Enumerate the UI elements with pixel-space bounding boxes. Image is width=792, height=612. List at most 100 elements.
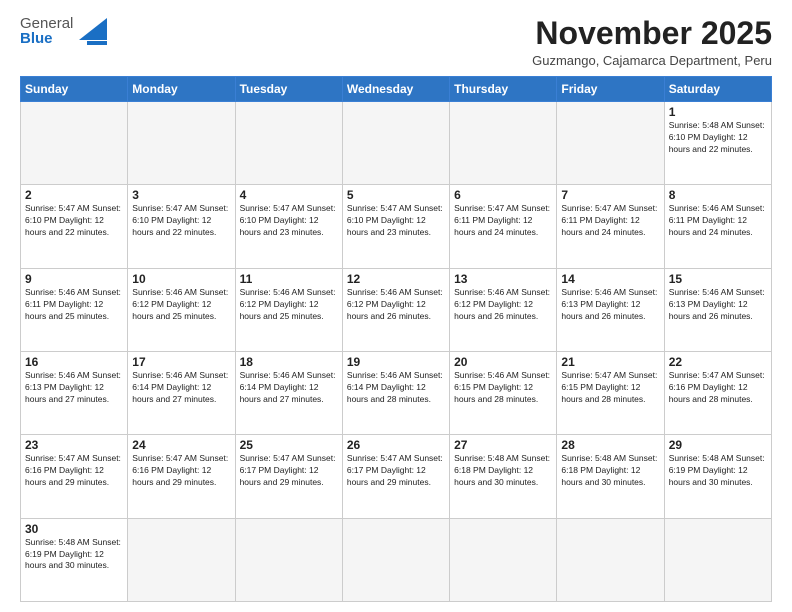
col-sunday: Sunday xyxy=(21,77,128,102)
week-row-2: 9Sunrise: 5:46 AM Sunset: 6:11 PM Daylig… xyxy=(21,268,772,351)
calendar-cell: 26Sunrise: 5:47 AM Sunset: 6:17 PM Dayli… xyxy=(342,435,449,518)
day-number: 25 xyxy=(240,438,338,452)
day-info: Sunrise: 5:46 AM Sunset: 6:12 PM Dayligh… xyxy=(454,287,552,323)
calendar-cell: 6Sunrise: 5:47 AM Sunset: 6:11 PM Daylig… xyxy=(450,185,557,268)
page: General Blue November 2025 Guzmango, Caj… xyxy=(0,0,792,612)
day-number: 29 xyxy=(669,438,767,452)
week-row-3: 16Sunrise: 5:46 AM Sunset: 6:13 PM Dayli… xyxy=(21,352,772,435)
day-info: Sunrise: 5:47 AM Sunset: 6:10 PM Dayligh… xyxy=(347,203,445,239)
calendar-cell xyxy=(557,102,664,185)
calendar-cell: 13Sunrise: 5:46 AM Sunset: 6:12 PM Dayli… xyxy=(450,268,557,351)
day-info: Sunrise: 5:47 AM Sunset: 6:17 PM Dayligh… xyxy=(240,453,338,489)
week-row-4: 23 Sunrise: 5:47 AM Sunset: 6:16 PM Dayli… xyxy=(21,435,772,518)
day-info: Sunrise: 5:46 AM Sunset: 6:13 PM Dayligh… xyxy=(561,287,659,323)
day-info: Sunrise: 5:46 AM Sunset: 6:14 PM Dayligh… xyxy=(240,370,338,406)
calendar-cell: 16Sunrise: 5:46 AM Sunset: 6:13 PM Dayli… xyxy=(21,352,128,435)
day-number: 13 xyxy=(454,272,552,286)
day-info: Sunrise: 5:46 AM Sunset: 6:12 PM Dayligh… xyxy=(347,287,445,323)
logo-blue: Blue xyxy=(20,31,73,46)
calendar-table: Sunday Monday Tuesday Wednesday Thursday… xyxy=(20,76,772,602)
day-number: 15 xyxy=(669,272,767,286)
logo-triangle-icon xyxy=(79,18,107,40)
calendar-cell: 21Sunrise: 5:47 AM Sunset: 6:15 PM Dayli… xyxy=(557,352,664,435)
month-title: November 2025 xyxy=(532,16,772,51)
calendar-cell: 4Sunrise: 5:47 AM Sunset: 6:10 PM Daylig… xyxy=(235,185,342,268)
col-friday: Friday xyxy=(557,77,664,102)
calendar-cell: 27Sunrise: 5:48 AM Sunset: 6:18 PM Dayli… xyxy=(450,435,557,518)
day-info: Sunrise: 5:46 AM Sunset: 6:13 PM Dayligh… xyxy=(25,370,123,406)
week-row-0: 1Sunrise: 5:48 AM Sunset: 6:10 PM Daylig… xyxy=(21,102,772,185)
calendar-cell xyxy=(450,102,557,185)
calendar-cell xyxy=(235,102,342,185)
day-number: 28 xyxy=(561,438,659,452)
day-info: Sunrise: 5:46 AM Sunset: 6:12 PM Dayligh… xyxy=(132,287,230,323)
calendar-cell: 12Sunrise: 5:46 AM Sunset: 6:12 PM Dayli… xyxy=(342,268,449,351)
day-info: Sunrise: 5:46 AM Sunset: 6:11 PM Dayligh… xyxy=(25,287,123,323)
day-info: Sunrise: 5:46 AM Sunset: 6:11 PM Dayligh… xyxy=(669,203,767,239)
calendar-cell xyxy=(450,518,557,601)
calendar-cell: 23Sunrise: 5:47 AM Sunset: 6:16 PM Dayli… xyxy=(21,435,128,518)
day-info: Sunrise: 5:47 AM Sunset: 6:16 PM Dayligh… xyxy=(132,453,230,489)
title-section: November 2025 Guzmango, Cajamarca Depart… xyxy=(532,16,772,68)
calendar-cell: 28Sunrise: 5:48 AM Sunset: 6:18 PM Dayli… xyxy=(557,435,664,518)
day-number: 6 xyxy=(454,188,552,202)
day-info: Sunrise: 5:47 AM Sunset: 6:17 PM Dayligh… xyxy=(347,453,445,489)
day-info: Sunrise: 5:46 AM Sunset: 6:15 PM Dayligh… xyxy=(454,370,552,406)
subtitle: Guzmango, Cajamarca Department, Peru xyxy=(532,53,772,68)
day-info: Sunrise: 5:47 AM Sunset: 6:10 PM Dayligh… xyxy=(25,203,123,239)
calendar-cell: 20Sunrise: 5:46 AM Sunset: 6:15 PM Dayli… xyxy=(450,352,557,435)
day-number: 26 xyxy=(347,438,445,452)
calendar-cell: 25Sunrise: 5:47 AM Sunset: 6:17 PM Dayli… xyxy=(235,435,342,518)
day-info: Sunrise: 5:48 AM Sunset: 6:10 PM Dayligh… xyxy=(669,120,767,156)
day-info: Sunrise: 5:48 AM Sunset: 6:18 PM Dayligh… xyxy=(561,453,659,489)
col-saturday: Saturday xyxy=(664,77,771,102)
day-number: 23 xyxy=(25,438,123,452)
day-number: 18 xyxy=(240,355,338,369)
day-number: 24 xyxy=(132,438,230,452)
day-info: Sunrise: 5:48 AM Sunset: 6:19 PM Dayligh… xyxy=(669,453,767,489)
week-row-1: 2Sunrise: 5:47 AM Sunset: 6:10 PM Daylig… xyxy=(21,185,772,268)
logo-word: General Blue xyxy=(20,16,73,46)
day-number: 10 xyxy=(132,272,230,286)
calendar-body: 1Sunrise: 5:48 AM Sunset: 6:10 PM Daylig… xyxy=(21,102,772,602)
col-monday: Monday xyxy=(128,77,235,102)
calendar-cell: 1Sunrise: 5:48 AM Sunset: 6:10 PM Daylig… xyxy=(664,102,771,185)
day-number: 20 xyxy=(454,355,552,369)
day-number: 17 xyxy=(132,355,230,369)
day-info: Sunrise: 5:46 AM Sunset: 6:14 PM Dayligh… xyxy=(347,370,445,406)
calendar-cell: 3Sunrise: 5:47 AM Sunset: 6:10 PM Daylig… xyxy=(128,185,235,268)
calendar-cell: 18Sunrise: 5:46 AM Sunset: 6:14 PM Dayli… xyxy=(235,352,342,435)
calendar-cell: 22Sunrise: 5:47 AM Sunset: 6:16 PM Dayli… xyxy=(664,352,771,435)
day-info: Sunrise: 5:46 AM Sunset: 6:13 PM Dayligh… xyxy=(669,287,767,323)
day-number: 3 xyxy=(132,188,230,202)
col-wednesday: Wednesday xyxy=(342,77,449,102)
calendar-cell: 19Sunrise: 5:46 AM Sunset: 6:14 PM Dayli… xyxy=(342,352,449,435)
day-number: 21 xyxy=(561,355,659,369)
calendar-cell xyxy=(128,518,235,601)
day-info: Sunrise: 5:47 AM Sunset: 6:10 PM Dayligh… xyxy=(132,203,230,239)
day-number: 8 xyxy=(669,188,767,202)
day-number: 1 xyxy=(669,105,767,119)
calendar-cell: 7Sunrise: 5:47 AM Sunset: 6:11 PM Daylig… xyxy=(557,185,664,268)
day-number: 7 xyxy=(561,188,659,202)
calendar-cell: 9Sunrise: 5:46 AM Sunset: 6:11 PM Daylig… xyxy=(21,268,128,351)
day-number: 9 xyxy=(25,272,123,286)
calendar-header: Sunday Monday Tuesday Wednesday Thursday… xyxy=(21,77,772,102)
calendar-cell: 30Sunrise: 5:48 AM Sunset: 6:19 PM Dayli… xyxy=(21,518,128,601)
day-number: 12 xyxy=(347,272,445,286)
day-info: Sunrise: 5:47 AM Sunset: 6:11 PM Dayligh… xyxy=(561,203,659,239)
day-info: Sunrise: 5:47 AM Sunset: 6:16 PM Dayligh… xyxy=(669,370,767,406)
col-thursday: Thursday xyxy=(450,77,557,102)
header-row: Sunday Monday Tuesday Wednesday Thursday… xyxy=(21,77,772,102)
calendar-cell xyxy=(342,518,449,601)
calendar-cell: 24Sunrise: 5:47 AM Sunset: 6:16 PM Dayli… xyxy=(128,435,235,518)
day-number: 30 xyxy=(25,522,123,536)
calendar-cell: 5Sunrise: 5:47 AM Sunset: 6:10 PM Daylig… xyxy=(342,185,449,268)
calendar-cell: 14Sunrise: 5:46 AM Sunset: 6:13 PM Dayli… xyxy=(557,268,664,351)
calendar-cell: 17Sunrise: 5:46 AM Sunset: 6:14 PM Dayli… xyxy=(128,352,235,435)
calendar-cell xyxy=(342,102,449,185)
day-info: Sunrise: 5:48 AM Sunset: 6:18 PM Dayligh… xyxy=(454,453,552,489)
day-info: Sunrise: 5:46 AM Sunset: 6:14 PM Dayligh… xyxy=(132,370,230,406)
logo-general: General xyxy=(20,16,73,31)
calendar-cell xyxy=(235,518,342,601)
